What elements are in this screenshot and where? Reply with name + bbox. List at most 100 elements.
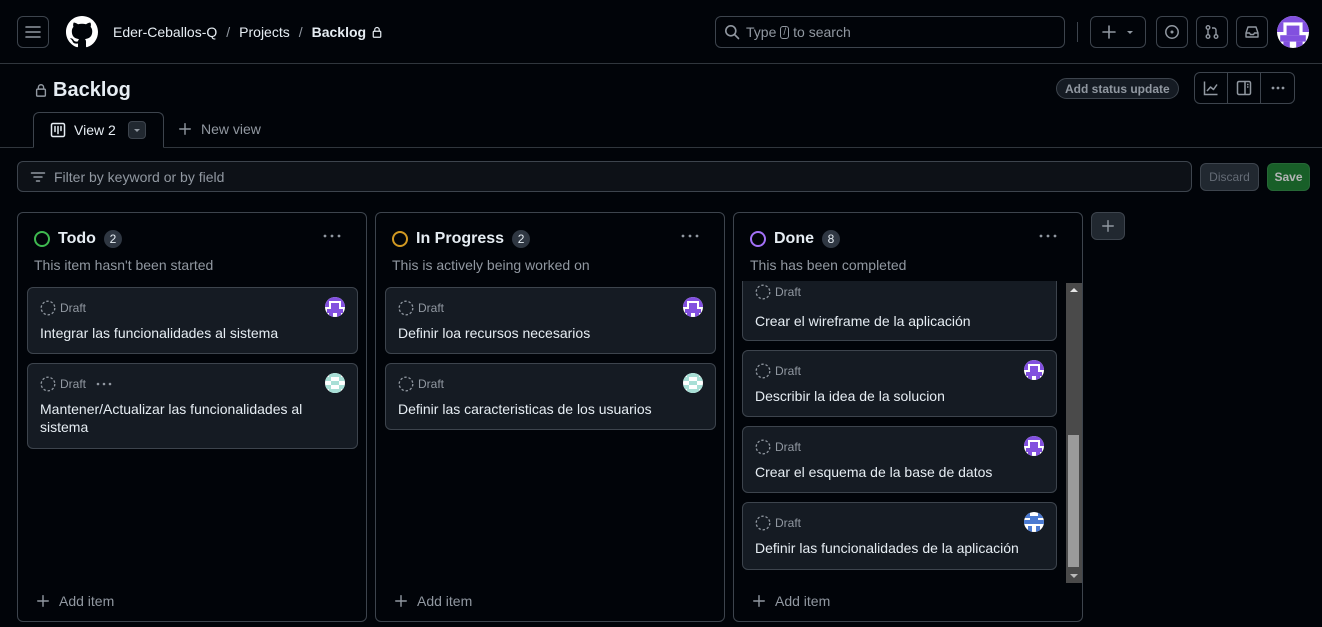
purple-avatar[interactable] [325,297,345,317]
kebab-horizontal-icon [1039,234,1057,238]
card-status: Draft [60,377,87,391]
filter-icon [30,171,46,182]
add-item-button[interactable]: Add item [752,593,830,609]
card-title[interactable]: Describir la idea de la solucion [755,387,1044,405]
add-item-label: Add item [417,593,473,609]
inbox-button[interactable] [1236,16,1268,48]
kebab-horizontal-icon [681,234,699,238]
project-title-text[interactable]: Backlog [53,79,131,102]
scroll-down-arrow-icon[interactable] [1069,572,1079,580]
column-count: 2 [512,230,531,248]
card-title[interactable]: Crear el esquema de la base de datos [755,463,1044,481]
save-button[interactable]: Save [1267,163,1310,191]
create-new-button[interactable] [1090,16,1146,48]
breadcrumb-projects[interactable]: Projects [239,24,290,40]
board-card[interactable]: Draft Crear el wireframe de la aplicació… [742,281,1057,341]
user-avatar[interactable] [1277,16,1309,48]
add-column-button[interactable] [1091,212,1125,240]
side-panel-button[interactable] [1228,73,1261,103]
column-description: This item hasn't been started [34,257,214,273]
purple-avatar[interactable] [1024,436,1044,456]
pull-requests-button[interactable] [1196,16,1228,48]
header-divider [1077,22,1078,42]
column-in-progress: In Progress 2 This is actively being wor… [375,212,725,622]
issues-button[interactable] [1156,16,1188,48]
search-shortcut-key: / [780,25,790,39]
kebab-horizontal-icon [96,382,112,386]
plus-icon [179,123,191,135]
done-scrollbar[interactable] [1066,283,1082,583]
breadcrumb-owner[interactable]: Eder-Ceballos-Q [113,24,217,40]
column-menu-button[interactable] [322,228,342,244]
add-status-update-button[interactable]: Add status update [1056,78,1179,99]
draft-issue-icon [40,376,56,392]
card-menu-button[interactable] [96,382,112,386]
column-count: 8 [822,230,840,248]
blue-avatar[interactable] [1024,512,1044,532]
plus-icon [1102,25,1116,39]
card-title[interactable]: Crear el wireframe de la aplicación [755,312,1044,330]
column-menu-button[interactable] [680,228,700,244]
discard-button[interactable]: Discard [1200,163,1259,191]
new-view-label: New view [201,121,261,137]
tab-options-button[interactable] [127,121,146,139]
plus-icon [1102,220,1114,232]
teal-avatar[interactable] [325,373,345,393]
github-logo-icon[interactable] [66,16,98,48]
scroll-up-arrow-icon[interactable] [1069,286,1079,294]
card-title[interactable]: Mantener/Actualizar las funcionalidades … [40,400,345,436]
card-status: Draft [60,301,87,315]
card-title[interactable]: Definir las caracteristicas de los usuar… [398,400,703,418]
issue-icon [1165,25,1179,39]
new-view-button[interactable]: New view [178,121,261,137]
breadcrumb-current[interactable]: Backlog [312,24,366,40]
kebab-horizontal-icon [323,234,341,238]
insights-button[interactable] [1195,73,1228,103]
board-card[interactable]: Draft Crear el esquema de la base de dat… [742,426,1057,493]
teal-avatar[interactable] [683,373,703,393]
column-name: Todo [58,230,96,247]
inbox-icon [1245,26,1259,38]
scrollbar-thumb[interactable] [1068,435,1079,567]
draft-issue-icon [755,439,771,455]
board-card[interactable]: Draft Definir las caracteristicas de los… [385,363,716,430]
plus-icon [753,595,765,607]
card-title[interactable]: Definir loa recursos necesarios [398,324,703,342]
column-name: In Progress [416,230,505,247]
board-card[interactable]: Draft Definir las funcionalidades de la … [742,502,1057,570]
tab-label: View 2 [74,122,116,138]
purple-avatar[interactable] [683,297,703,317]
add-item-label: Add item [775,593,831,609]
pull-request-icon [1205,25,1219,39]
board-card[interactable]: Draft Definir loa recursos necesarios [385,287,716,354]
filter-input[interactable]: Filter by keyword or by field [17,161,1192,192]
board-card[interactable]: Draft Integrar las funcionalidades al si… [27,287,358,354]
card-status: Draft [775,440,802,454]
tab-view-2[interactable]: View 2 [33,112,164,148]
sidebar-icon [1236,80,1252,96]
purple-avatar[interactable] [1024,360,1044,380]
filter-placeholder: Filter by keyword or by field [54,168,225,185]
breadcrumb: Eder-Ceballos-Q / Projects / Backlog [113,22,383,42]
column-menu-button[interactable] [1038,228,1058,244]
card-title[interactable]: Definir las funcionalidades de la aplica… [755,539,1044,557]
card-status: Draft [418,301,445,315]
card-status: Draft [775,516,802,530]
add-item-button[interactable]: Add item [394,593,472,609]
board-card[interactable]: Draft Mantener/Actualizar las funcionali… [27,363,358,449]
search-input[interactable]: Type / to search [715,16,1065,48]
draft-issue-icon [40,300,56,316]
more-options-button[interactable] [1261,73,1294,103]
board-card[interactable]: Draft Describir la idea de la solucion [742,350,1057,417]
menu-button[interactable] [17,16,49,48]
draft-issue-icon [398,376,414,392]
add-item-button[interactable]: Add item [36,593,114,609]
project-actions [1194,72,1295,104]
add-item-label: Add item [59,593,115,609]
plus-icon [37,595,49,607]
card-title[interactable]: Integrar las funcionalidades al sistema [40,324,345,342]
done-card-list[interactable]: Draft Crear el wireframe de la aplicació… [734,281,1082,581]
draft-issue-icon [755,363,771,379]
card-status: Draft [418,377,445,391]
column-todo: Todo 2 This item hasn't been started Dra… [17,212,367,622]
